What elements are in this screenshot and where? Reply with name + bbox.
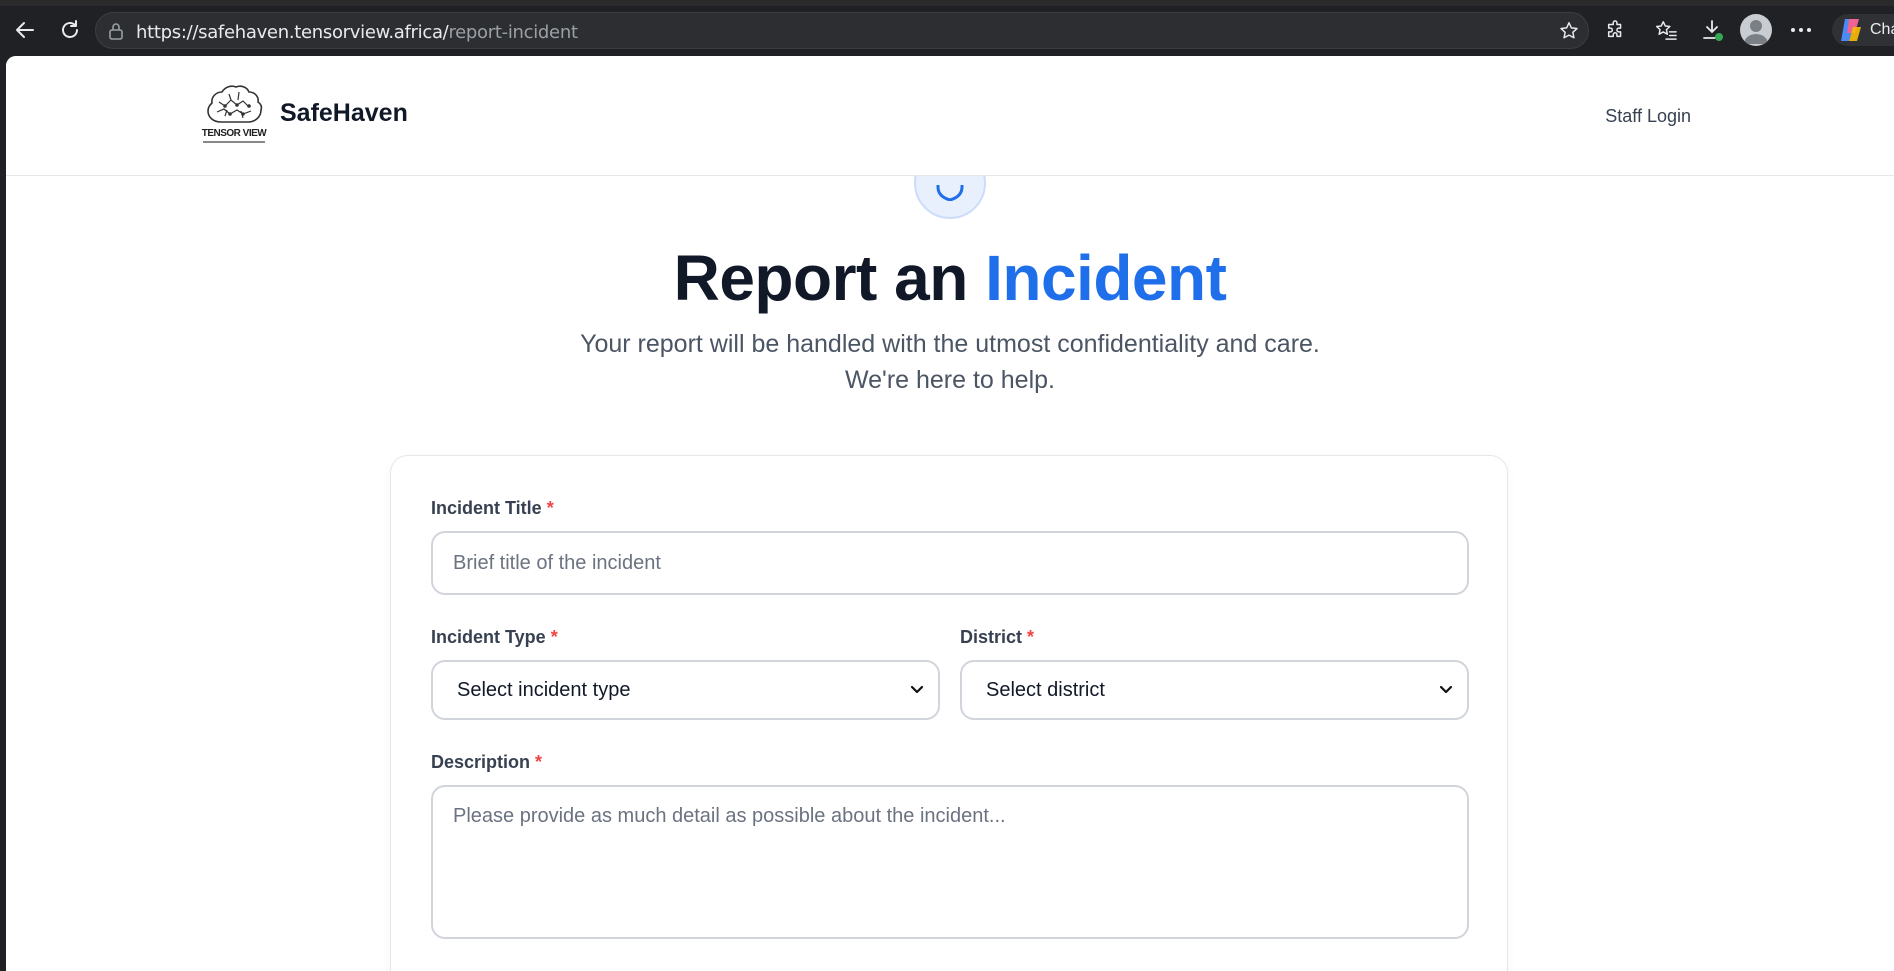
tab-strip <box>0 0 1894 6</box>
required-mark: * <box>535 752 543 772</box>
favorites-list-icon <box>1655 21 1677 40</box>
profile-avatar[interactable] <box>1740 14 1772 46</box>
favorites-button[interactable] <box>1651 15 1681 45</box>
description-placeholder: Please provide as much detail as possibl… <box>453 805 1006 827</box>
puzzle-icon <box>1607 20 1622 38</box>
chevron-down-icon <box>910 685 924 694</box>
brain-logo-icon <box>207 85 263 123</box>
user-icon <box>1744 20 1768 44</box>
logo-tagline-line <box>203 141 265 143</box>
tensorview-logo[interactable]: TENSOR VIEW <box>199 84 269 144</box>
subtitle-line-1: Your report will be handled with the utm… <box>580 330 1320 358</box>
description-label: Description * <box>431 752 542 773</box>
district-label-text: District <box>960 627 1023 647</box>
url-host: https://safehaven.tensorview.africa/ <box>136 22 449 43</box>
downloads-button[interactable] <box>1697 15 1727 45</box>
incident-title-label: Incident Title * <box>431 498 554 519</box>
incident-type-label: Incident Type * <box>431 627 558 648</box>
incident-type-value: Select incident type <box>457 678 631 701</box>
extensions-button[interactable] <box>1601 15 1631 45</box>
more-dots-icon <box>1791 28 1811 32</box>
description-label-text: Description <box>431 752 531 772</box>
incident-type-select[interactable]: Select incident type <box>431 660 940 720</box>
title-accent: Incident <box>985 242 1227 314</box>
copilot-button[interactable]: Cha <box>1832 14 1894 46</box>
staff-login-link[interactable]: Staff Login <box>1605 106 1691 127</box>
page-title: Report an Incident <box>6 241 1894 315</box>
incident-title-placeholder: Brief title of the incident <box>453 551 661 574</box>
browser-chrome: https://safehaven.tensorview.africa/repo… <box>0 0 1894 56</box>
brand-name[interactable]: SafeHaven <box>280 99 408 128</box>
copilot-label: Cha <box>1870 21 1894 38</box>
reload-button[interactable] <box>55 15 85 45</box>
page-subtitle: Your report will be handled with the utm… <box>6 326 1894 398</box>
address-bar[interactable]: https://safehaven.tensorview.africa/repo… <box>95 12 1589 49</box>
chevron-down-icon <box>1439 685 1453 694</box>
back-arrow-icon <box>16 22 34 38</box>
required-mark: * <box>546 498 554 518</box>
required-mark: * <box>550 627 558 647</box>
back-button[interactable] <box>10 15 40 45</box>
shield-icon <box>936 185 964 201</box>
favorite-star-icon[interactable] <box>1558 20 1580 42</box>
url-text: https://safehaven.tensorview.africa/repo… <box>136 22 578 43</box>
lock-icon[interactable] <box>108 22 124 40</box>
page-viewport: TENSOR VIEW SafeHaven Staff Login Report… <box>6 56 1894 971</box>
title-main: Report an <box>673 242 969 314</box>
copilot-icon <box>1841 19 1861 41</box>
incident-type-label-text: Incident Type <box>431 627 546 647</box>
reload-icon <box>62 20 78 38</box>
district-select[interactable]: Select district <box>960 660 1469 720</box>
incident-title-input[interactable]: Brief title of the incident <box>431 531 1469 595</box>
required-mark: * <box>1027 627 1035 647</box>
district-value: Select district <box>986 678 1105 701</box>
download-icon <box>1703 20 1723 41</box>
url-path: report-incident <box>448 22 578 43</box>
more-menu-button[interactable] <box>1786 15 1816 45</box>
subtitle-line-2: We're here to help. <box>845 366 1055 394</box>
logo-wordmark: TENSOR VIEW <box>201 128 267 139</box>
incident-title-label-text: Incident Title <box>431 498 542 518</box>
description-textarea[interactable]: Please provide as much detail as possibl… <box>431 785 1469 939</box>
site-header: TENSOR VIEW SafeHaven Staff Login <box>6 56 1894 176</box>
incident-form-card: Incident Title * Brief title of the inci… <box>390 455 1508 971</box>
district-label: District * <box>960 627 1034 648</box>
